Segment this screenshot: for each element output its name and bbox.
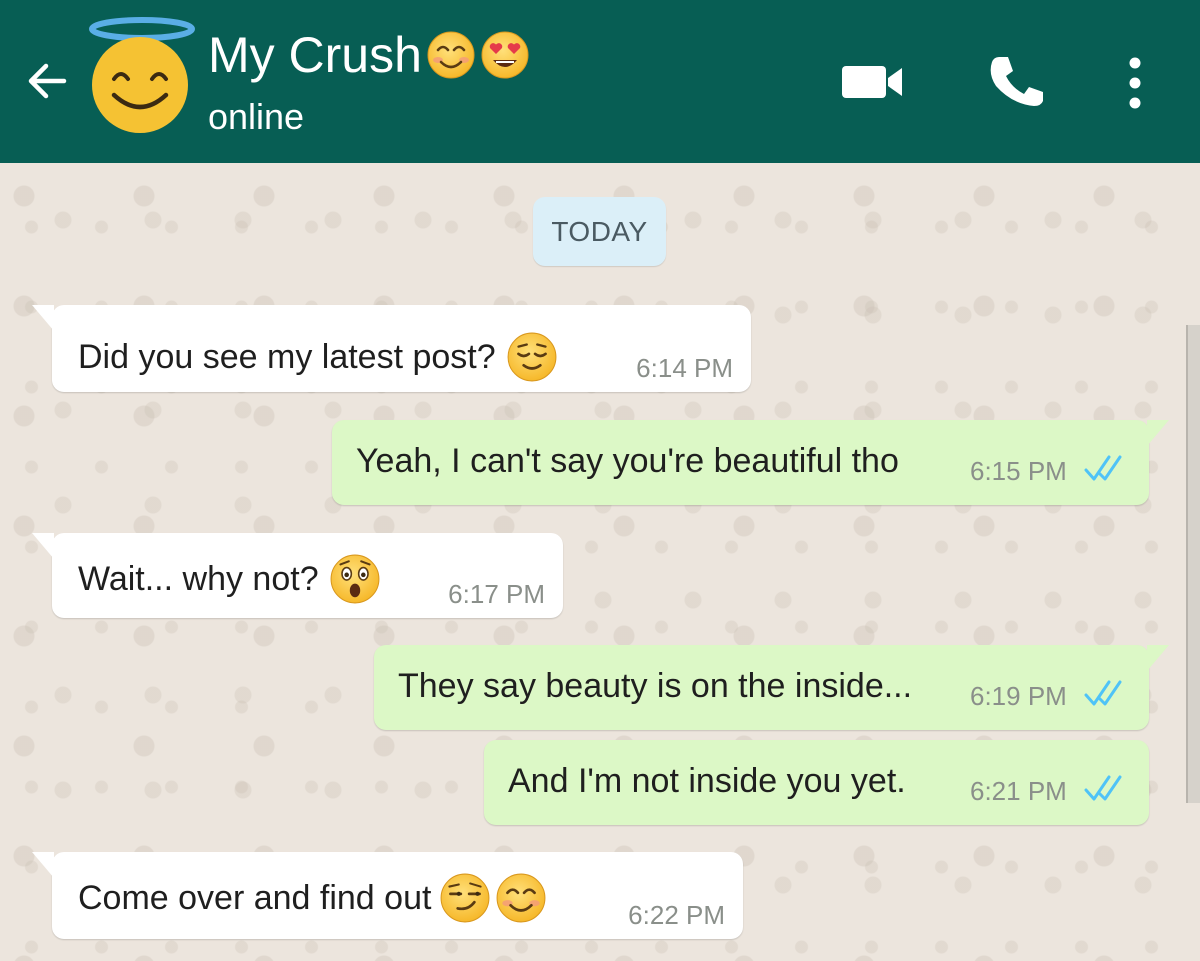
read-receipt-icon: [1084, 775, 1122, 801]
message-text: Did you see my latest post?: [78, 337, 496, 376]
smirking-face-icon: [440, 873, 490, 923]
message-outgoing[interactable]: They say beauty is on the inside... 6:19…: [374, 645, 1169, 730]
chat-header: My Crush online: [0, 0, 1200, 163]
message-text: And I'm not inside you yet.: [508, 762, 906, 800]
message-time: 6:17 PM: [448, 579, 545, 609]
contact-name[interactable]: My Crush: [208, 26, 530, 84]
message-time: 6:19 PM: [970, 681, 1067, 711]
smiling-blush-face-icon: [496, 873, 546, 923]
message-incoming[interactable]: Did you see my latest post? 6:14 PM: [32, 305, 751, 392]
relieved-face-icon: [507, 332, 557, 382]
message-outgoing[interactable]: And I'm not inside you yet. 6:21 PM: [484, 740, 1149, 825]
message-text: Come over and find out: [78, 878, 432, 917]
read-receipt-icon: [1084, 455, 1122, 481]
contact-status: online: [208, 96, 305, 137]
contact-name-text: My Crush: [208, 27, 422, 83]
chat-scrollbar[interactable]: [1186, 325, 1200, 803]
message-time: 6:22 PM: [628, 900, 725, 930]
read-receipt-icon: [1084, 680, 1122, 706]
smiling-blush-face-icon: [427, 31, 475, 79]
message-time: 6:14 PM: [636, 353, 733, 383]
message-incoming[interactable]: Wait... why not? 6:17 PM: [32, 533, 563, 618]
message-time: 6:15 PM: [970, 456, 1067, 486]
voice-call-icon[interactable]: [985, 52, 1043, 110]
message-text: Yeah, I can't say you're beautiful tho: [356, 442, 899, 480]
message-outgoing[interactable]: Yeah, I can't say you're beautiful tho 6…: [332, 420, 1169, 505]
message-incoming[interactable]: Come over and find out 6:22 PM: [32, 852, 743, 939]
message-time: 6:21 PM: [970, 776, 1067, 806]
date-chip: TODAY: [533, 197, 666, 266]
avatar[interactable]: [80, 15, 200, 135]
back-arrow-icon[interactable]: [22, 56, 72, 106]
message-text: Wait... why not?: [78, 559, 319, 598]
more-options-icon[interactable]: [1120, 55, 1150, 111]
heart-eyes-face-icon: [481, 31, 529, 79]
message-text: They say beauty is on the inside...: [398, 667, 913, 705]
video-call-icon[interactable]: [840, 60, 906, 104]
astonished-face-icon: [330, 554, 380, 604]
